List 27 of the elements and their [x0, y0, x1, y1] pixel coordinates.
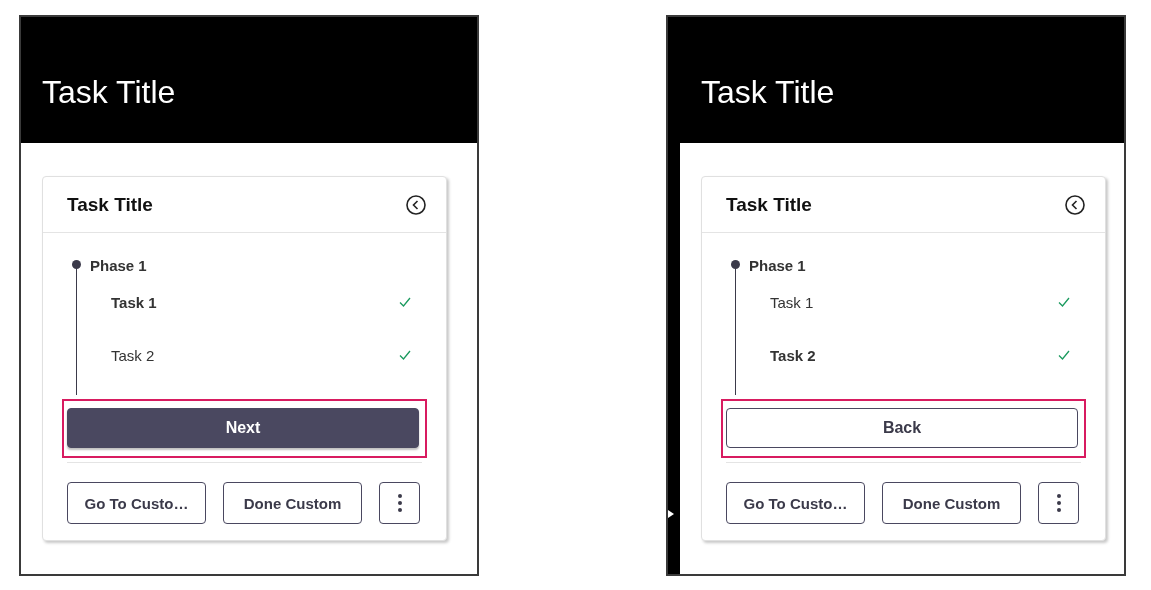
phase-label: Phase 1	[90, 256, 147, 274]
card-title: Task Title	[67, 193, 153, 216]
checkmark-icon	[399, 350, 411, 360]
next-button[interactable]: Next	[67, 408, 419, 448]
expand-arrow-icon[interactable]	[668, 510, 674, 518]
action-button[interactable]: Done Custom	[882, 482, 1021, 524]
back-circle-icon[interactable]	[406, 194, 426, 215]
task-item[interactable]: Task 2	[111, 346, 155, 364]
task-item[interactable]: Task 1	[111, 293, 157, 311]
card-title: Task Title	[726, 193, 812, 216]
task-item[interactable]: Task 1	[770, 293, 814, 311]
checkmark-icon	[1058, 297, 1070, 307]
more-button[interactable]	[379, 482, 420, 524]
phase-label: Phase 1	[749, 256, 806, 274]
task-item[interactable]: Task 2	[770, 346, 816, 364]
more-icon	[397, 494, 402, 512]
more-icon	[1056, 494, 1061, 512]
action-button[interactable]: Go To Custo…	[726, 482, 865, 524]
back-circle-icon[interactable]	[1065, 194, 1085, 215]
action-button[interactable]: Go To Custo…	[67, 482, 206, 524]
back-button[interactable]: Back	[726, 408, 1078, 448]
header-title: Task Title	[701, 73, 835, 111]
more-button[interactable]	[1038, 482, 1079, 524]
checkmark-icon	[1058, 350, 1070, 360]
action-button[interactable]: Done Custom	[223, 482, 362, 524]
header-title: Task Title	[42, 73, 176, 111]
checkmark-icon	[399, 297, 411, 307]
